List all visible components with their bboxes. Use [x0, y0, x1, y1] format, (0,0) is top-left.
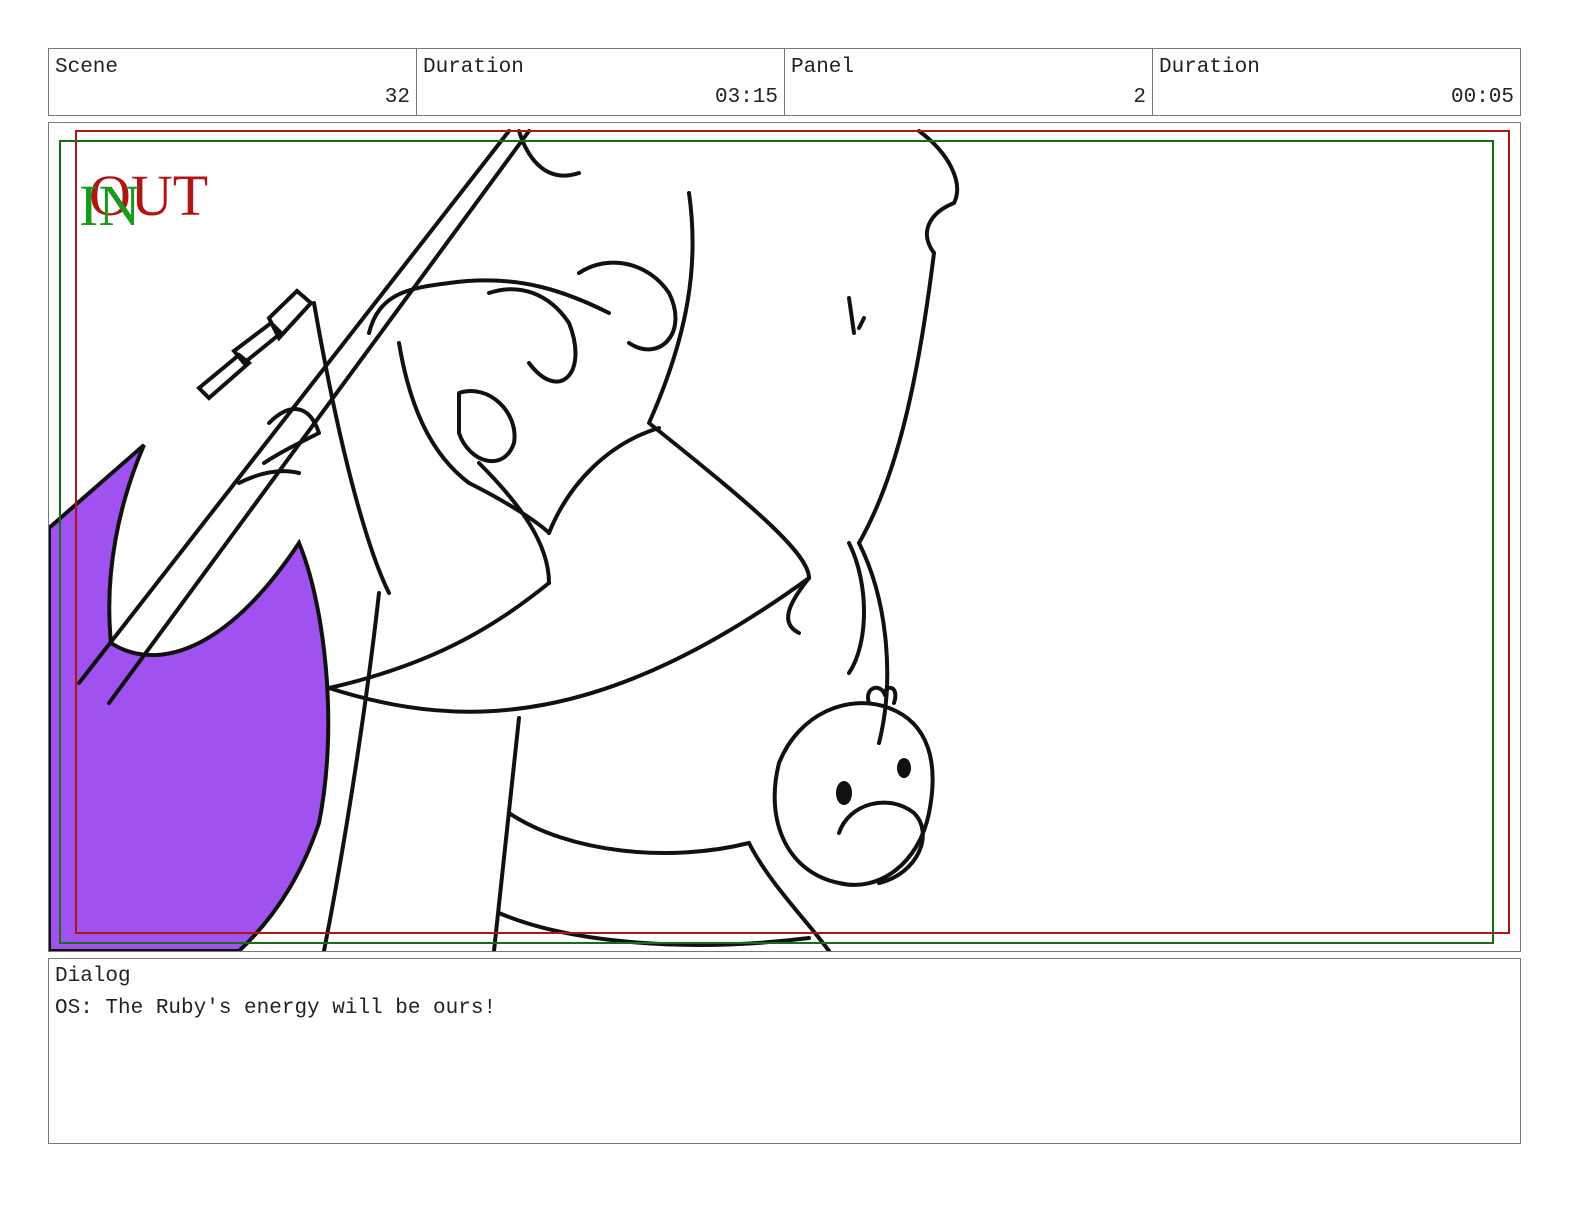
panel-header: Scene 32 Duration 03:15 Panel 2 Duration…	[48, 48, 1521, 116]
panel-duration-value: 00:05	[1450, 86, 1514, 109]
storyboard-sketch: OUT IN	[49, 129, 1510, 951]
in-marker: IN	[79, 173, 140, 238]
scene-duration-cell: Duration 03:15	[417, 49, 785, 115]
scene-value: 32	[384, 86, 410, 109]
panel-duration-label: Duration	[1159, 56, 1260, 79]
small-creature	[772, 685, 935, 887]
panel-cell: Panel 2	[785, 49, 1153, 115]
dialog-label: Dialog	[55, 965, 131, 988]
dialog-text: OS: The Ruby's energy will be ours!	[55, 997, 497, 1020]
scene-cell: Scene 32	[49, 49, 417, 115]
axe-blade-fill	[49, 443, 331, 951]
scene-label: Scene	[55, 56, 119, 79]
storyboard-frame: OUT IN	[48, 122, 1521, 952]
panel-value: 2	[1133, 86, 1146, 109]
dialog-box: Dialog OS: The Ruby's energy will be our…	[48, 958, 1521, 1144]
scene-duration-value: 03:15	[714, 86, 778, 109]
scene-duration-label: Duration	[423, 56, 524, 79]
character-linework	[237, 129, 960, 951]
panel-duration-cell: Duration 00:05	[1153, 49, 1520, 115]
panel-label: Panel	[791, 56, 855, 79]
